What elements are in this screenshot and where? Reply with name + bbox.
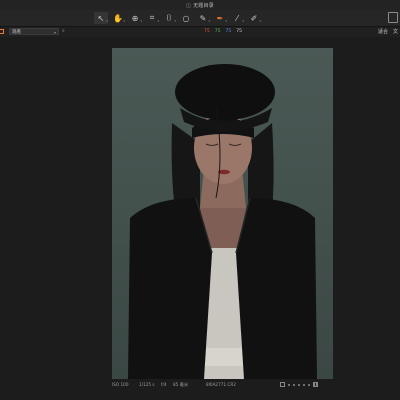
photo-preview[interactable] xyxy=(112,48,333,379)
circle-mask-icon: ○ xyxy=(182,13,190,23)
focal-length-value: 85 毫米 xyxy=(173,382,189,387)
crop-icon: ⌗ xyxy=(149,13,155,22)
zoom-extra-label[interactable]: 文 xyxy=(393,28,398,36)
chevron-down-icon: ▾ xyxy=(106,19,108,23)
annotate-tool-button[interactable]: ✐ ▾ xyxy=(247,12,261,24)
page-dot[interactable] xyxy=(288,383,290,386)
panel-edge-marker xyxy=(0,29,4,34)
brush-tool-button[interactable]: ✎ ▾ xyxy=(196,12,210,24)
toolbar: ↖ ▾ ✋ ▾ ⊕ ▾ ⌗ ▾ ⌷ ▾ ○ ✎ ▾ ✒ ▾ ⁄ ▾ ✐ ▾ xyxy=(0,10,400,27)
chevron-down-icon: ▾ xyxy=(259,19,261,23)
green-value: 75 xyxy=(214,29,221,34)
view-mode-select[interactable]: 观看 ▾ xyxy=(9,28,59,35)
shutter-value: 1/125 s xyxy=(139,382,155,387)
zoom-tool-button[interactable]: ⊕ ▾ xyxy=(128,12,142,24)
chevron-down-icon: ▾ xyxy=(157,19,159,23)
color-picker-icon: ✒ xyxy=(216,13,224,23)
chevron-down-icon: ▾ xyxy=(140,19,142,23)
chevron-down-icon: ▾ xyxy=(208,19,210,23)
blue-value: 75 xyxy=(225,29,232,34)
white-balance-tool-button[interactable]: ⁄ ▾ xyxy=(230,12,244,24)
document-icon: ◫ xyxy=(186,2,192,9)
chevron-down-icon: ▾ xyxy=(53,30,56,35)
hand-tool-button[interactable]: ✋ ▾ xyxy=(111,12,125,24)
color-picker-tool-button[interactable]: ✒ ▾ xyxy=(213,12,227,24)
crop-tool-button[interactable]: ⌗ ▾ xyxy=(145,12,159,24)
browser-pager xyxy=(280,382,318,387)
page-dot[interactable] xyxy=(293,383,295,386)
brush-icon: ✎ xyxy=(199,13,207,23)
pointer-tool-button[interactable]: ↖ ▾ xyxy=(94,12,108,24)
rgb-readout: 75 75 75 75 xyxy=(204,28,242,36)
chevron-down-icon: ▾ xyxy=(174,19,176,23)
hand-icon: ✋ xyxy=(113,13,123,23)
filename: 8I0A2771.CR2 xyxy=(206,382,236,387)
aperture-value: f/4 xyxy=(161,382,167,387)
iso-value: ISO 100 xyxy=(112,382,129,387)
title-bar: ◫ 无题目录 xyxy=(0,0,400,10)
single-view-icon[interactable] xyxy=(280,382,285,387)
chevron-down-icon: ▾ xyxy=(242,19,244,23)
viewer-bar: 观看 ▾ ⌕ 75 75 75 75 适合 文 xyxy=(0,27,400,37)
magnifier-icon[interactable]: ⌕ xyxy=(62,28,65,34)
page-dot[interactable] xyxy=(308,383,310,386)
page-dot[interactable] xyxy=(298,383,300,386)
portrait-image xyxy=(128,64,317,379)
page-dot[interactable] xyxy=(303,383,305,386)
luminance-value: 75 xyxy=(236,29,242,34)
keystone-icon: ⌷ xyxy=(166,13,172,22)
zoom-icon: ⊕ xyxy=(131,13,139,23)
red-value: 75 xyxy=(204,29,210,34)
window-title: ◫ 无题目录 xyxy=(186,2,214,9)
mask-tool-button[interactable]: ○ xyxy=(179,12,193,24)
fit-zoom-button[interactable]: 适合 xyxy=(378,28,388,36)
pointer-icon: ↖ xyxy=(97,13,105,23)
panel-toggle-icon[interactable] xyxy=(388,12,398,23)
chevron-down-icon: ▾ xyxy=(123,19,125,23)
keystone-tool-button[interactable]: ⌷ ▾ xyxy=(162,12,176,24)
grid-view-icon[interactable] xyxy=(313,382,318,387)
eyedropper-icon: ⁄ xyxy=(236,13,238,23)
pen-icon: ✐ xyxy=(250,13,258,23)
view-mode-value: 观看 xyxy=(12,30,21,35)
tool-group: ↖ ▾ ✋ ▾ ⊕ ▾ ⌗ ▾ ⌷ ▾ ○ ✎ ▾ ✒ ▾ ⁄ ▾ ✐ ▾ xyxy=(94,12,261,24)
chevron-down-icon: ▾ xyxy=(225,19,227,23)
